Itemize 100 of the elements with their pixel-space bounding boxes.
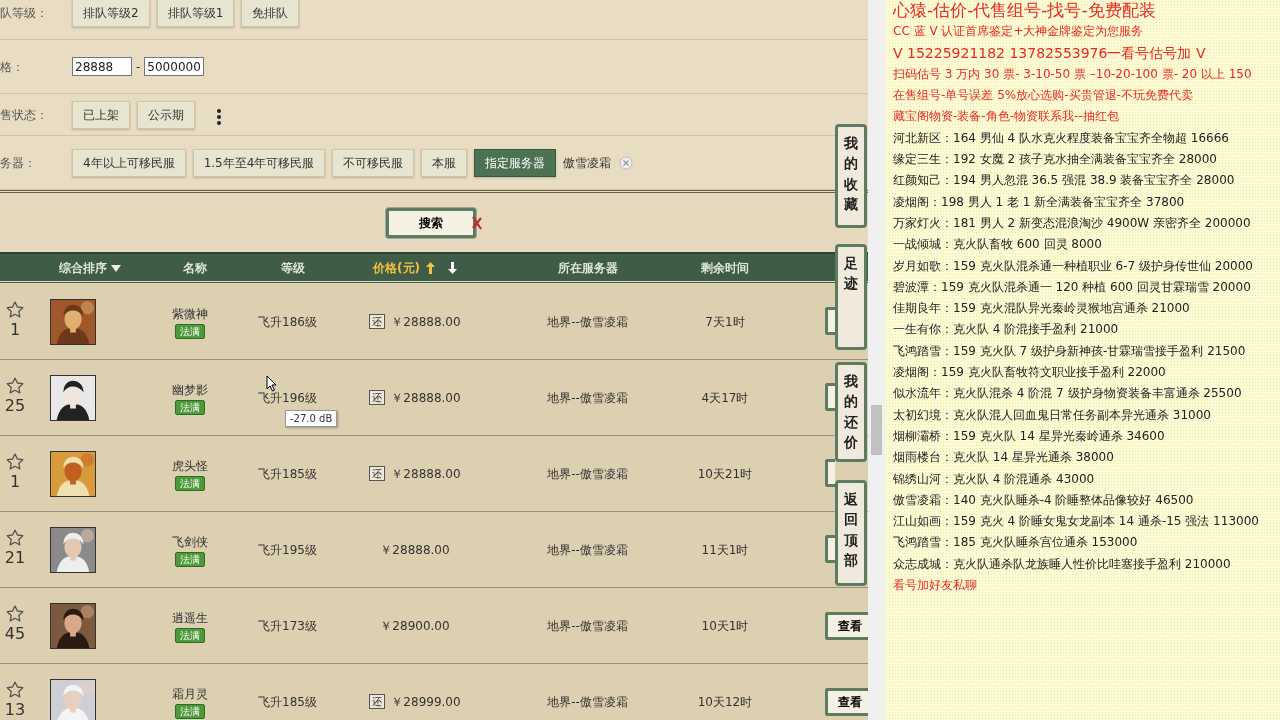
- filter-option[interactable]: 1.5年至4年可移民服: [192, 148, 326, 177]
- tooltip: -27.0 dB: [285, 410, 338, 427]
- level-cell-text: 飞升173级: [257, 617, 318, 635]
- sort-up-icon[interactable]: [426, 262, 435, 274]
- filter-option[interactable]: 4年以上可移民服: [72, 148, 186, 177]
- note-line: 烟柳灞桥：159 克火队 14 星异光秦岭通杀 34600: [893, 427, 1166, 445]
- range-separator: -: [136, 58, 141, 76]
- level-cell-text: 飞升186级: [257, 313, 318, 331]
- search-button[interactable]: 搜索: [385, 207, 476, 238]
- filter-label: 队等级：: [0, 4, 49, 22]
- character-name[interactable]: 虎头怪: [172, 456, 208, 475]
- filter-option[interactable]: 排队等级1: [156, 0, 235, 27]
- note-line: 碧波潭：159 克火队混杀通一 120 种植 600 回灵甘霖瑞雪 20000: [893, 278, 1252, 296]
- view-button[interactable]: 查看: [825, 687, 868, 716]
- column-header[interactable]: 名称: [140, 258, 250, 277]
- filter-label: 格：: [0, 58, 25, 76]
- note-line: CC 蓝 V 认证首席鉴定+大神金牌鉴定为您服务: [893, 23, 1145, 41]
- time-left-cell-text: 7天1时: [704, 313, 746, 331]
- note-line: V 15225921182 13782553976一看号估号加 V: [893, 43, 1207, 63]
- column-header[interactable]: 综合排序: [40, 258, 140, 277]
- filter-label: 售状态：: [0, 106, 49, 124]
- favorite-count: 25: [4, 395, 26, 417]
- star-icon[interactable]: [6, 377, 24, 394]
- favorite-count: 45: [4, 623, 26, 645]
- side-tab[interactable]: 我的收藏: [835, 124, 867, 228]
- max-price-field[interactable]: 5000000: [144, 57, 205, 76]
- note-line: 凌烟阁：159 克火队畜牧符文职业接手盈利 22000: [893, 364, 1167, 382]
- character-name[interactable]: 霜月灵: [172, 684, 208, 703]
- price-cell-text: ￥28999.00: [391, 693, 461, 711]
- column-header[interactable]: 剩余时间: [680, 258, 770, 277]
- status-badge: 法满: [175, 323, 205, 339]
- view-button[interactable]: [825, 382, 835, 411]
- star-icon[interactable]: [6, 529, 24, 546]
- scrollbar-thumb[interactable]: [871, 405, 882, 455]
- status-badge: 法满: [175, 703, 205, 719]
- side-tab[interactable]: 返回顶部: [835, 480, 867, 586]
- level-cell-text: 飞升195级: [257, 541, 318, 559]
- status-badge: 法满: [175, 399, 205, 415]
- note-line: 红颜知己：194 男人忽混 36.5 强混 38.9 装备宝宝齐全 28000: [893, 172, 1236, 190]
- more-icon[interactable]: [216, 107, 222, 126]
- note-line: 锦绣山河：克火队 4 阶混通杀 43000: [893, 470, 1096, 488]
- status-badge: 法满: [175, 627, 205, 643]
- filter-option[interactable]: 公示期: [137, 100, 195, 129]
- side-tab[interactable]: 足迹: [835, 244, 867, 350]
- note-line: 烟雨楼台：克火队 14 星异光通杀 38000: [893, 449, 1115, 467]
- filter-label: 务器：: [0, 154, 37, 172]
- side-tab[interactable]: 我的还价: [835, 362, 867, 462]
- bargain-tag: 还: [369, 390, 386, 405]
- column-header[interactable]: 所在服务器: [495, 258, 680, 277]
- level-cell-text: 飞升185级: [257, 465, 318, 483]
- filter-option[interactable]: 不可移民服: [332, 148, 415, 177]
- star-icon[interactable]: [6, 453, 24, 470]
- min-price-field[interactable]: 28888: [72, 57, 132, 76]
- note-line: 扫码估号 3 万内 30 票- 3-10-50 票 –10-20-100 票- 20 以上 150: [893, 65, 1253, 83]
- sort-down-icon[interactable]: [448, 262, 457, 274]
- view-button[interactable]: [825, 458, 835, 487]
- caret-icon: [111, 264, 121, 272]
- filter-option[interactable]: 免排队: [241, 0, 300, 27]
- price-cell-text: ￥28888.00: [391, 465, 461, 483]
- note-line: 在售组号-单号误差 5%放心选购-买贵管退-不玩免费代卖: [893, 87, 1194, 105]
- favorite-count: 1: [9, 471, 21, 493]
- character-name[interactable]: 逍遥生: [172, 608, 208, 627]
- cursor-icon: [266, 375, 277, 392]
- view-button[interactable]: 查看: [825, 611, 868, 640]
- server-cell-text: 地界--傲雪凌霜: [546, 313, 629, 331]
- note-line: 河北新区：164 男仙 4 队水克火程度装备宝宝齐全物超 16666: [893, 129, 1230, 147]
- view-button[interactable]: [825, 534, 835, 563]
- character-name[interactable]: 幽梦影: [172, 380, 208, 399]
- cross-mark-icon: [470, 215, 483, 230]
- price-cell-text: ￥28900.00: [380, 617, 450, 635]
- character-name[interactable]: 飞剑侠: [172, 532, 208, 551]
- note-line: 看号加好友私聊: [893, 577, 978, 594]
- character-name[interactable]: 紫微神: [172, 304, 208, 323]
- status-badge: 法满: [175, 475, 205, 491]
- filter-option[interactable]: 指定服务器: [474, 148, 557, 177]
- star-icon[interactable]: [6, 301, 24, 318]
- status-badge: 法满: [175, 551, 205, 567]
- server-cell-text: 地界--傲雪凌霜: [546, 693, 629, 711]
- filter-option[interactable]: 排队等级2: [72, 0, 150, 27]
- filter-option[interactable]: 本服: [421, 148, 468, 177]
- note-line: 飞鸿踏雪：159 克火队 7 级护身新神孩-甘霖瑞雪接手盈利 21500: [893, 342, 1247, 360]
- server-cell-text: 地界--傲雪凌霜: [546, 541, 629, 559]
- price-cell-text: ￥28888.00: [391, 389, 461, 407]
- column-header[interactable]: 等级: [250, 258, 335, 277]
- note-line: 佳期良年：159 克火混队异光秦岭灵猴地宫通杀 21000: [893, 300, 1191, 318]
- star-icon[interactable]: [6, 605, 24, 622]
- note-line: 太初幻境：克火队混人回血鬼日常任务副本异光通杀 31000: [893, 406, 1212, 424]
- server-cell-text: 地界--傲雪凌霜: [546, 465, 629, 483]
- favorite-count: 13: [4, 699, 26, 720]
- view-button[interactable]: [825, 306, 835, 335]
- time-left-cell-text: 11天1时: [700, 541, 750, 559]
- star-icon[interactable]: [6, 681, 24, 698]
- time-left-cell-text: 10天12时: [696, 693, 754, 711]
- time-left-cell-text: 10天21时: [696, 465, 754, 483]
- note-line: 飞鸿踏雪：185 克火队睡杀宫位通杀 153000: [893, 534, 1139, 552]
- column-header[interactable]: 价格(元): [335, 258, 495, 277]
- time-left-cell-text: 10天1时: [700, 617, 750, 635]
- note-line: 江山如画：159 克火 4 阶睡女鬼女龙副本 14 通杀-15 强法 113000: [893, 513, 1260, 531]
- filter-option[interactable]: 已上架: [72, 100, 130, 129]
- note-line: 众志成城：克火队通杀队龙族睡人性价比哇塞接手盈利 210000: [893, 555, 1232, 573]
